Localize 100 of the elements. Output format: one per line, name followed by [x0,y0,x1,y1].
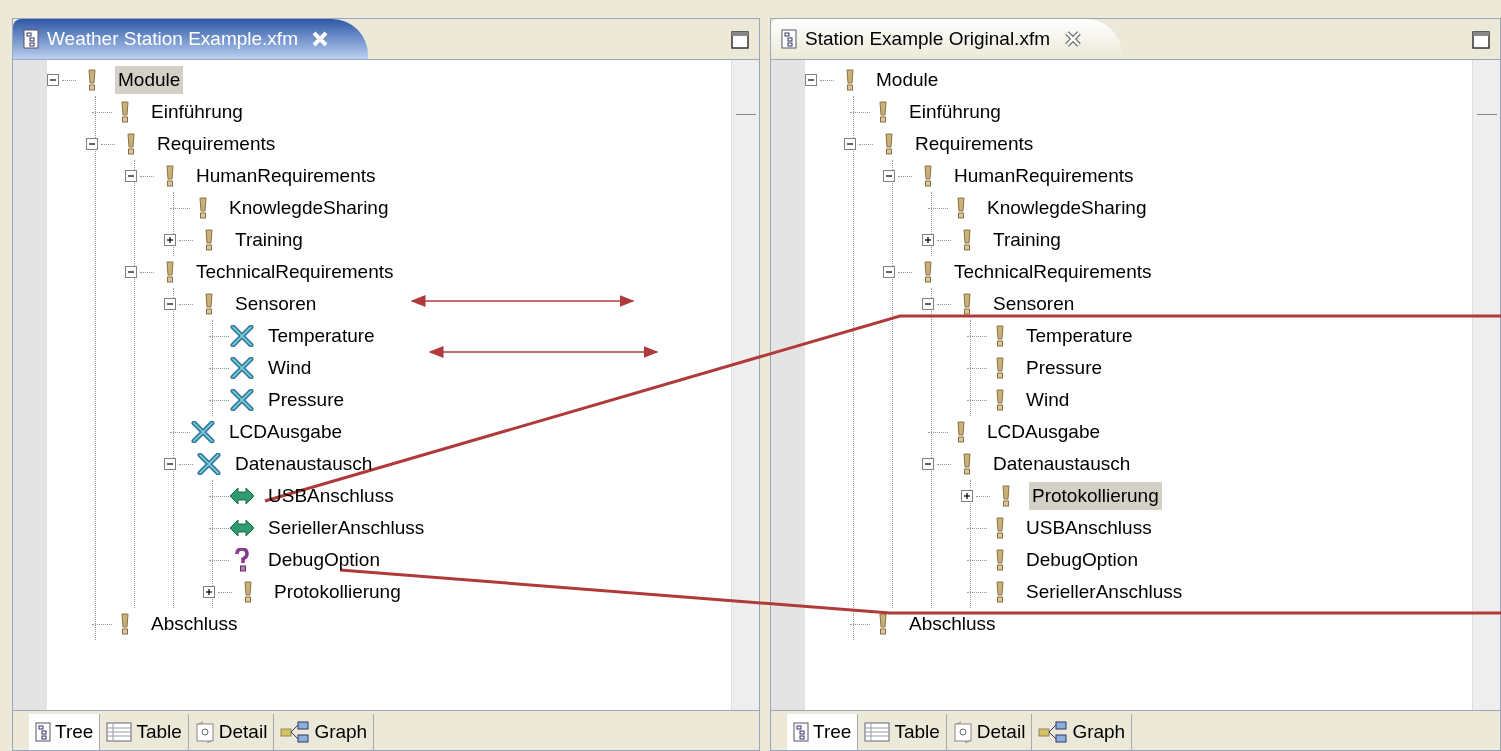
tree-item[interactable]: Module [115,65,184,95]
close-icon[interactable] [1064,30,1082,48]
tree-item[interactable]: DebugOption [1023,545,1141,575]
cross-icon [230,325,254,347]
collapse-toggle[interactable] [844,138,856,150]
cross-icon [191,421,215,443]
tree-item[interactable]: KnowlegdeSharing [226,193,392,223]
scrollbar[interactable] [1472,60,1500,710]
exclamation-icon [995,549,1005,571]
exclamation-icon [120,613,130,635]
collapse-toggle[interactable] [47,74,59,86]
maximize-icon[interactable] [731,31,749,49]
tree-item[interactable]: Training [990,225,1064,255]
exclamation-icon [995,581,1005,603]
collapse-toggle[interactable] [164,298,176,310]
collapse-toggle[interactable] [883,266,895,278]
exclamation-icon [962,453,972,475]
table-icon [106,722,133,742]
tree-item[interactable]: Pressure [265,385,348,415]
tree-item[interactable]: Abschluss [148,609,241,639]
tree-item[interactable]: Einführung [906,97,1004,127]
exclamation-icon [204,229,214,251]
tree-item[interactable]: Protokollierung [271,577,404,607]
tree-item[interactable]: Temperature [1023,321,1136,351]
tree-item[interactable]: DebugOption [265,545,383,575]
cross-icon [197,453,221,475]
collapse-toggle[interactable] [883,170,895,182]
question-mark-icon [235,548,249,572]
graph-icon [1038,721,1069,743]
exclamation-icon [995,517,1005,539]
tree-item[interactable]: Abschluss [906,609,999,639]
tree-item[interactable]: LCDAusgabe [226,417,346,447]
collapse-toggle[interactable] [922,298,934,310]
tree-icon [793,722,809,742]
tree-item[interactable]: Module [873,65,942,95]
tree-item[interactable]: Einführung [148,97,246,127]
tree-item[interactable]: TechnicalRequirements [193,257,397,287]
exclamation-icon [923,165,933,187]
tree-item[interactable]: Sensoren [232,289,320,319]
exclamation-icon [995,325,1005,347]
tree-item[interactable]: Requirements [912,129,1037,159]
tree-item[interactable]: Datenaustausch [232,449,376,479]
exclamation-icon [995,357,1005,379]
view-tab[interactable]: Tree [787,714,859,750]
exclamation-icon [956,197,966,219]
exclamation-icon [87,69,97,91]
tree-item[interactable]: Training [232,225,306,255]
exclamation-icon [962,229,972,251]
scrollbar[interactable] [731,60,759,710]
tree-item[interactable]: SeriellerAnschluss [265,513,428,543]
tree-item[interactable]: HumanRequirements [193,161,379,191]
tree-item[interactable]: Pressure [1023,353,1106,383]
exclamation-icon [198,197,208,219]
tab-title: Weather Station Example.xfm [47,26,298,51]
collapse-toggle[interactable] [805,74,817,86]
expand-toggle[interactable] [164,234,176,246]
tree-item[interactable]: Requirements [154,129,279,159]
exclamation-icon [204,293,214,315]
exclamation-icon [878,101,888,123]
collapse-toggle[interactable] [86,138,98,150]
file-icon [781,29,797,49]
collapse-toggle[interactable] [125,170,137,182]
detail-icon [194,721,215,743]
expand-toggle[interactable] [922,234,934,246]
exclamation-icon [962,293,972,315]
exclamation-icon [956,421,966,443]
table-icon [864,722,891,742]
tree-icon [35,722,51,742]
double-arrow-icon [229,487,255,505]
editor-tab[interactable]: Station Example Original.xfm [771,19,1122,59]
double-arrow-icon [229,519,255,537]
cross-icon [230,389,254,411]
exclamation-icon [120,101,130,123]
tree-item[interactable]: LCDAusgabe [984,417,1104,447]
tree-item[interactable]: Datenaustausch [990,449,1134,479]
tree-item[interactable]: KnowlegdeSharing [984,193,1150,223]
view-tab[interactable]: Tree [29,714,101,750]
tree-item[interactable]: SeriellerAnschluss [1023,577,1186,607]
file-icon [23,29,39,49]
tree-item[interactable]: Temperature [265,321,378,351]
detail-icon [952,721,973,743]
exclamation-icon [126,133,136,155]
tree-item[interactable]: USBAnschluss [1023,513,1155,543]
maximize-icon[interactable] [1472,31,1490,49]
tree-item[interactable]: Protokollierung [1029,481,1162,511]
exclamation-icon [243,581,253,603]
exclamation-icon [845,69,855,91]
collapse-toggle[interactable] [922,458,934,470]
collapse-toggle[interactable] [164,458,176,470]
tree-item[interactable]: Wind [265,353,315,383]
tab-title: Station Example Original.xfm [805,26,1050,51]
tree-item[interactable]: Sensoren [990,289,1078,319]
exclamation-icon [884,133,894,155]
tree-item[interactable]: Wind [1023,385,1073,415]
tree-item[interactable]: TechnicalRequirements [951,257,1155,287]
expand-toggle[interactable] [961,490,973,502]
graph-icon [280,721,311,743]
tree-item[interactable]: HumanRequirements [951,161,1137,191]
collapse-toggle[interactable] [125,266,137,278]
expand-toggle[interactable] [203,586,215,598]
